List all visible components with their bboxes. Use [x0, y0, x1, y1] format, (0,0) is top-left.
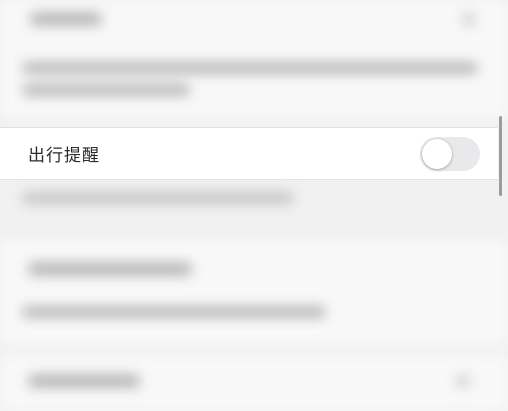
blurred-background-content — [0, 0, 508, 411]
blurred-settings-card-bottom — [0, 356, 508, 411]
travel-reminder-label: 出行提醒 — [28, 146, 100, 166]
travel-reminder-row: 出行提醒 — [0, 127, 498, 180]
vertical-scrollbar[interactable] — [499, 116, 502, 196]
blurred-row-title — [28, 262, 192, 276]
blurred-section-title — [30, 12, 102, 26]
travel-reminder-toggle[interactable] — [420, 136, 480, 171]
blurred-settings-card-top — [0, 0, 508, 118]
blurred-row-description — [22, 306, 326, 318]
blurred-description-line-2 — [22, 84, 190, 96]
toggle-knob — [422, 138, 452, 169]
blurred-settings-card-middle — [0, 240, 508, 344]
blurred-description-line-1 — [22, 62, 478, 74]
blurred-row-title-bottom — [28, 374, 140, 388]
blurred-chevron-icon — [462, 12, 476, 26]
blurred-helper-text — [22, 192, 294, 204]
blurred-chevron-icon-bottom — [456, 374, 470, 388]
settings-screen: 出行提醒 — [0, 0, 508, 411]
